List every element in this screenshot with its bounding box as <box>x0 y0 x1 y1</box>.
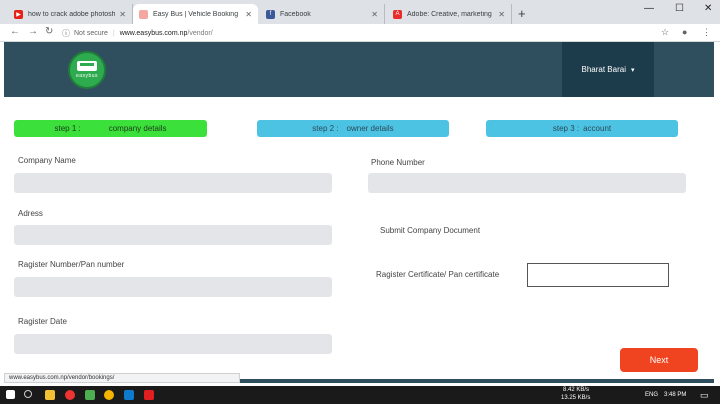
step-number: step 2 : <box>312 124 339 133</box>
certificate-upload-input[interactable] <box>527 263 669 287</box>
logo-text: easybus <box>75 73 99 79</box>
browser-tab[interactable]: f Facebook ✕ <box>260 4 385 24</box>
register-date-label: Ragister Date <box>18 317 67 326</box>
tab-title: Facebook <box>280 10 311 18</box>
status-url-bubble: www.easybus.com.np/vendor/bookings/ <box>4 373 240 383</box>
windows-taskbar: 8.42 KB/s 13.25 KB/s ENG 3:48 PM ▭ <box>0 386 720 404</box>
phone-input[interactable] <box>368 173 686 193</box>
windows-start-icon[interactable] <box>6 390 15 399</box>
info-icon[interactable]: ⓘ <box>62 28 70 39</box>
minimize-icon[interactable]: — <box>644 3 654 14</box>
easybus-logo[interactable]: easybus <box>68 51 106 89</box>
browser-tab[interactable]: ▶ how to crack adobe photoshop c ✕ <box>8 4 133 24</box>
address-bar[interactable]: ⓘ Not secure | www.easybus.com.np /vendo… <box>62 26 652 40</box>
back-icon[interactable]: ← <box>10 26 20 37</box>
site-header: easybus Bharat Barai ▾ <box>4 42 714 97</box>
app-icon[interactable] <box>144 390 154 400</box>
bookmark-star-icon[interactable]: ☆ <box>661 27 669 38</box>
youtube-icon: ▶ <box>14 9 23 19</box>
close-window-icon[interactable]: ✕ <box>704 3 712 14</box>
opera-icon[interactable] <box>65 390 75 400</box>
browser-tab-active[interactable]: Easy Bus | Vehicle Booking ✕ <box>133 4 258 24</box>
step-company-details[interactable]: step 1 : company details <box>14 120 207 137</box>
file-explorer-icon[interactable] <box>45 390 55 400</box>
network-upload-speed: 8.42 KB/s <box>563 387 590 393</box>
close-tab-icon[interactable]: ✕ <box>245 10 252 19</box>
new-tab-button[interactable]: + <box>518 6 526 21</box>
url-path: /vendor/ <box>187 29 213 37</box>
language-indicator[interactable]: ENG <box>645 392 658 398</box>
clock[interactable]: 3:48 PM <box>664 392 686 398</box>
close-tab-icon[interactable]: ✕ <box>119 10 126 19</box>
browser-toolbar: ← → ↻ ⓘ Not secure | www.easybus.com.np … <box>0 24 720 42</box>
security-label: Not secure <box>74 29 108 37</box>
profile-icon[interactable]: ● <box>682 27 687 37</box>
phone-label: Phone Number <box>371 158 425 167</box>
company-name-label: Company Name <box>18 156 76 165</box>
step-number: step 1 : <box>54 124 81 133</box>
notifications-icon[interactable]: ▭ <box>700 390 709 401</box>
address-label: Adress <box>18 209 43 218</box>
step-owner-details[interactable]: step 2 : owner details <box>257 120 449 137</box>
easybus-favicon <box>139 9 148 19</box>
chevron-down-icon: ▾ <box>630 66 635 74</box>
address-input[interactable] <box>14 225 332 245</box>
step-number: step 3 : <box>552 124 580 133</box>
app-icon[interactable] <box>85 390 95 400</box>
url-host: www.easybus.com.np <box>119 29 188 37</box>
search-icon[interactable] <box>24 390 32 398</box>
chrome-icon[interactable] <box>104 390 114 400</box>
step-name: account <box>583 124 612 133</box>
register-number-input[interactable] <box>14 277 332 297</box>
adobe-icon: A <box>393 9 402 19</box>
step-name: owner details <box>346 124 394 133</box>
menu-icon[interactable]: ⋮ <box>702 27 711 38</box>
step-account[interactable]: step 3 : account <box>486 120 678 137</box>
close-tab-icon[interactable]: ✕ <box>498 10 505 19</box>
register-date-input[interactable] <box>14 334 332 354</box>
step-name: company details <box>108 124 167 133</box>
vscode-icon[interactable] <box>124 390 134 400</box>
reload-icon[interactable]: ↻ <box>45 26 53 37</box>
company-name-input[interactable] <box>14 173 332 193</box>
tab-title: Adobe: Creative, marketing and <box>407 10 494 18</box>
browser-tab[interactable]: A Adobe: Creative, marketing and ✕ <box>387 4 512 24</box>
tab-title: how to crack adobe photoshop c <box>28 10 116 18</box>
maximize-icon[interactable]: ☐ <box>675 3 684 14</box>
register-number-label: Ragister Number/Pan number <box>18 260 125 269</box>
network-download-speed: 13.25 KB/s <box>561 395 591 401</box>
submit-documents-heading: Submit Company Document <box>380 226 481 235</box>
address-separator: | <box>112 29 115 37</box>
browser-tab-strip: ▶ how to crack adobe photoshop c ✕ Easy … <box>0 0 720 24</box>
user-name: Bharat Barai <box>581 65 626 74</box>
next-button[interactable]: Next <box>620 348 698 372</box>
certificate-label: Ragister Certificate/ Pan certificate <box>376 270 500 279</box>
bus-icon <box>77 61 97 71</box>
facebook-icon: f <box>266 9 275 19</box>
close-tab-icon[interactable]: ✕ <box>371 10 378 19</box>
user-menu[interactable]: Bharat Barai ▾ <box>562 42 654 97</box>
tab-title: Easy Bus | Vehicle Booking <box>153 10 239 18</box>
forward-icon[interactable]: → <box>28 26 38 37</box>
